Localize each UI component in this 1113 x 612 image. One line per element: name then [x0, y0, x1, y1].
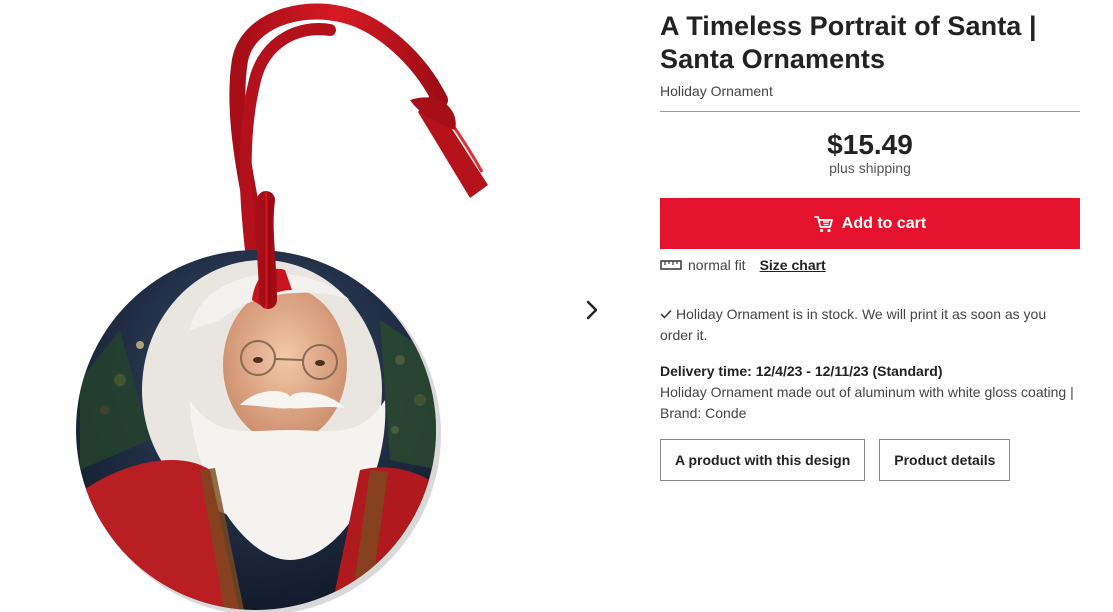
next-image-button[interactable] — [578, 294, 606, 326]
add-to-cart-button[interactable]: Add to cart — [660, 198, 1080, 249]
product-with-design-button[interactable]: A product with this design — [660, 439, 866, 481]
fit-text: normal fit — [688, 257, 746, 273]
product-title-line1: A Timeless Portrait of Santa | — [660, 11, 1037, 41]
product-gallery — [0, 0, 620, 612]
product-details-button[interactable]: Product details — [879, 439, 1011, 481]
size-chart-link[interactable]: Size chart — [760, 257, 826, 273]
delivery-time: Delivery time: 12/4/23 - 12/11/23 (Stand… — [660, 363, 943, 379]
secondary-actions: A product with this design Product detai… — [660, 439, 1080, 481]
delivery-description: Holiday Ornament made out of aluminum wi… — [660, 384, 1074, 421]
chevron-right-icon — [586, 300, 598, 320]
check-icon — [660, 304, 672, 325]
product-info-panel: A Timeless Portrait of Santa | Santa Orn… — [660, 10, 1080, 481]
price: $15.49 — [827, 129, 913, 160]
price-block: $15.49 plus shipping — [660, 129, 1080, 177]
stock-status: Holiday Ornament is in stock. We will pr… — [660, 304, 1080, 346]
product-title-line2: Santa Ornaments — [660, 44, 886, 74]
cart-icon — [813, 215, 833, 232]
delivery-info: Delivery time: 12/4/23 - 12/11/23 (Stand… — [660, 361, 1080, 424]
add-to-cart-label: Add to cart — [841, 214, 927, 232]
shipping-note: plus shipping — [829, 160, 911, 176]
divider — [660, 111, 1080, 112]
product-image — [76, 3, 488, 612]
product-title: A Timeless Portrait of Santa | Santa Orn… — [660, 10, 1080, 76]
fit-row: normal fit Size chart — [660, 257, 1080, 273]
stock-text: Holiday Ornament is in stock. We will pr… — [660, 306, 1047, 343]
ruler-icon — [660, 260, 682, 270]
product-type: Holiday Ornament — [660, 83, 773, 99]
